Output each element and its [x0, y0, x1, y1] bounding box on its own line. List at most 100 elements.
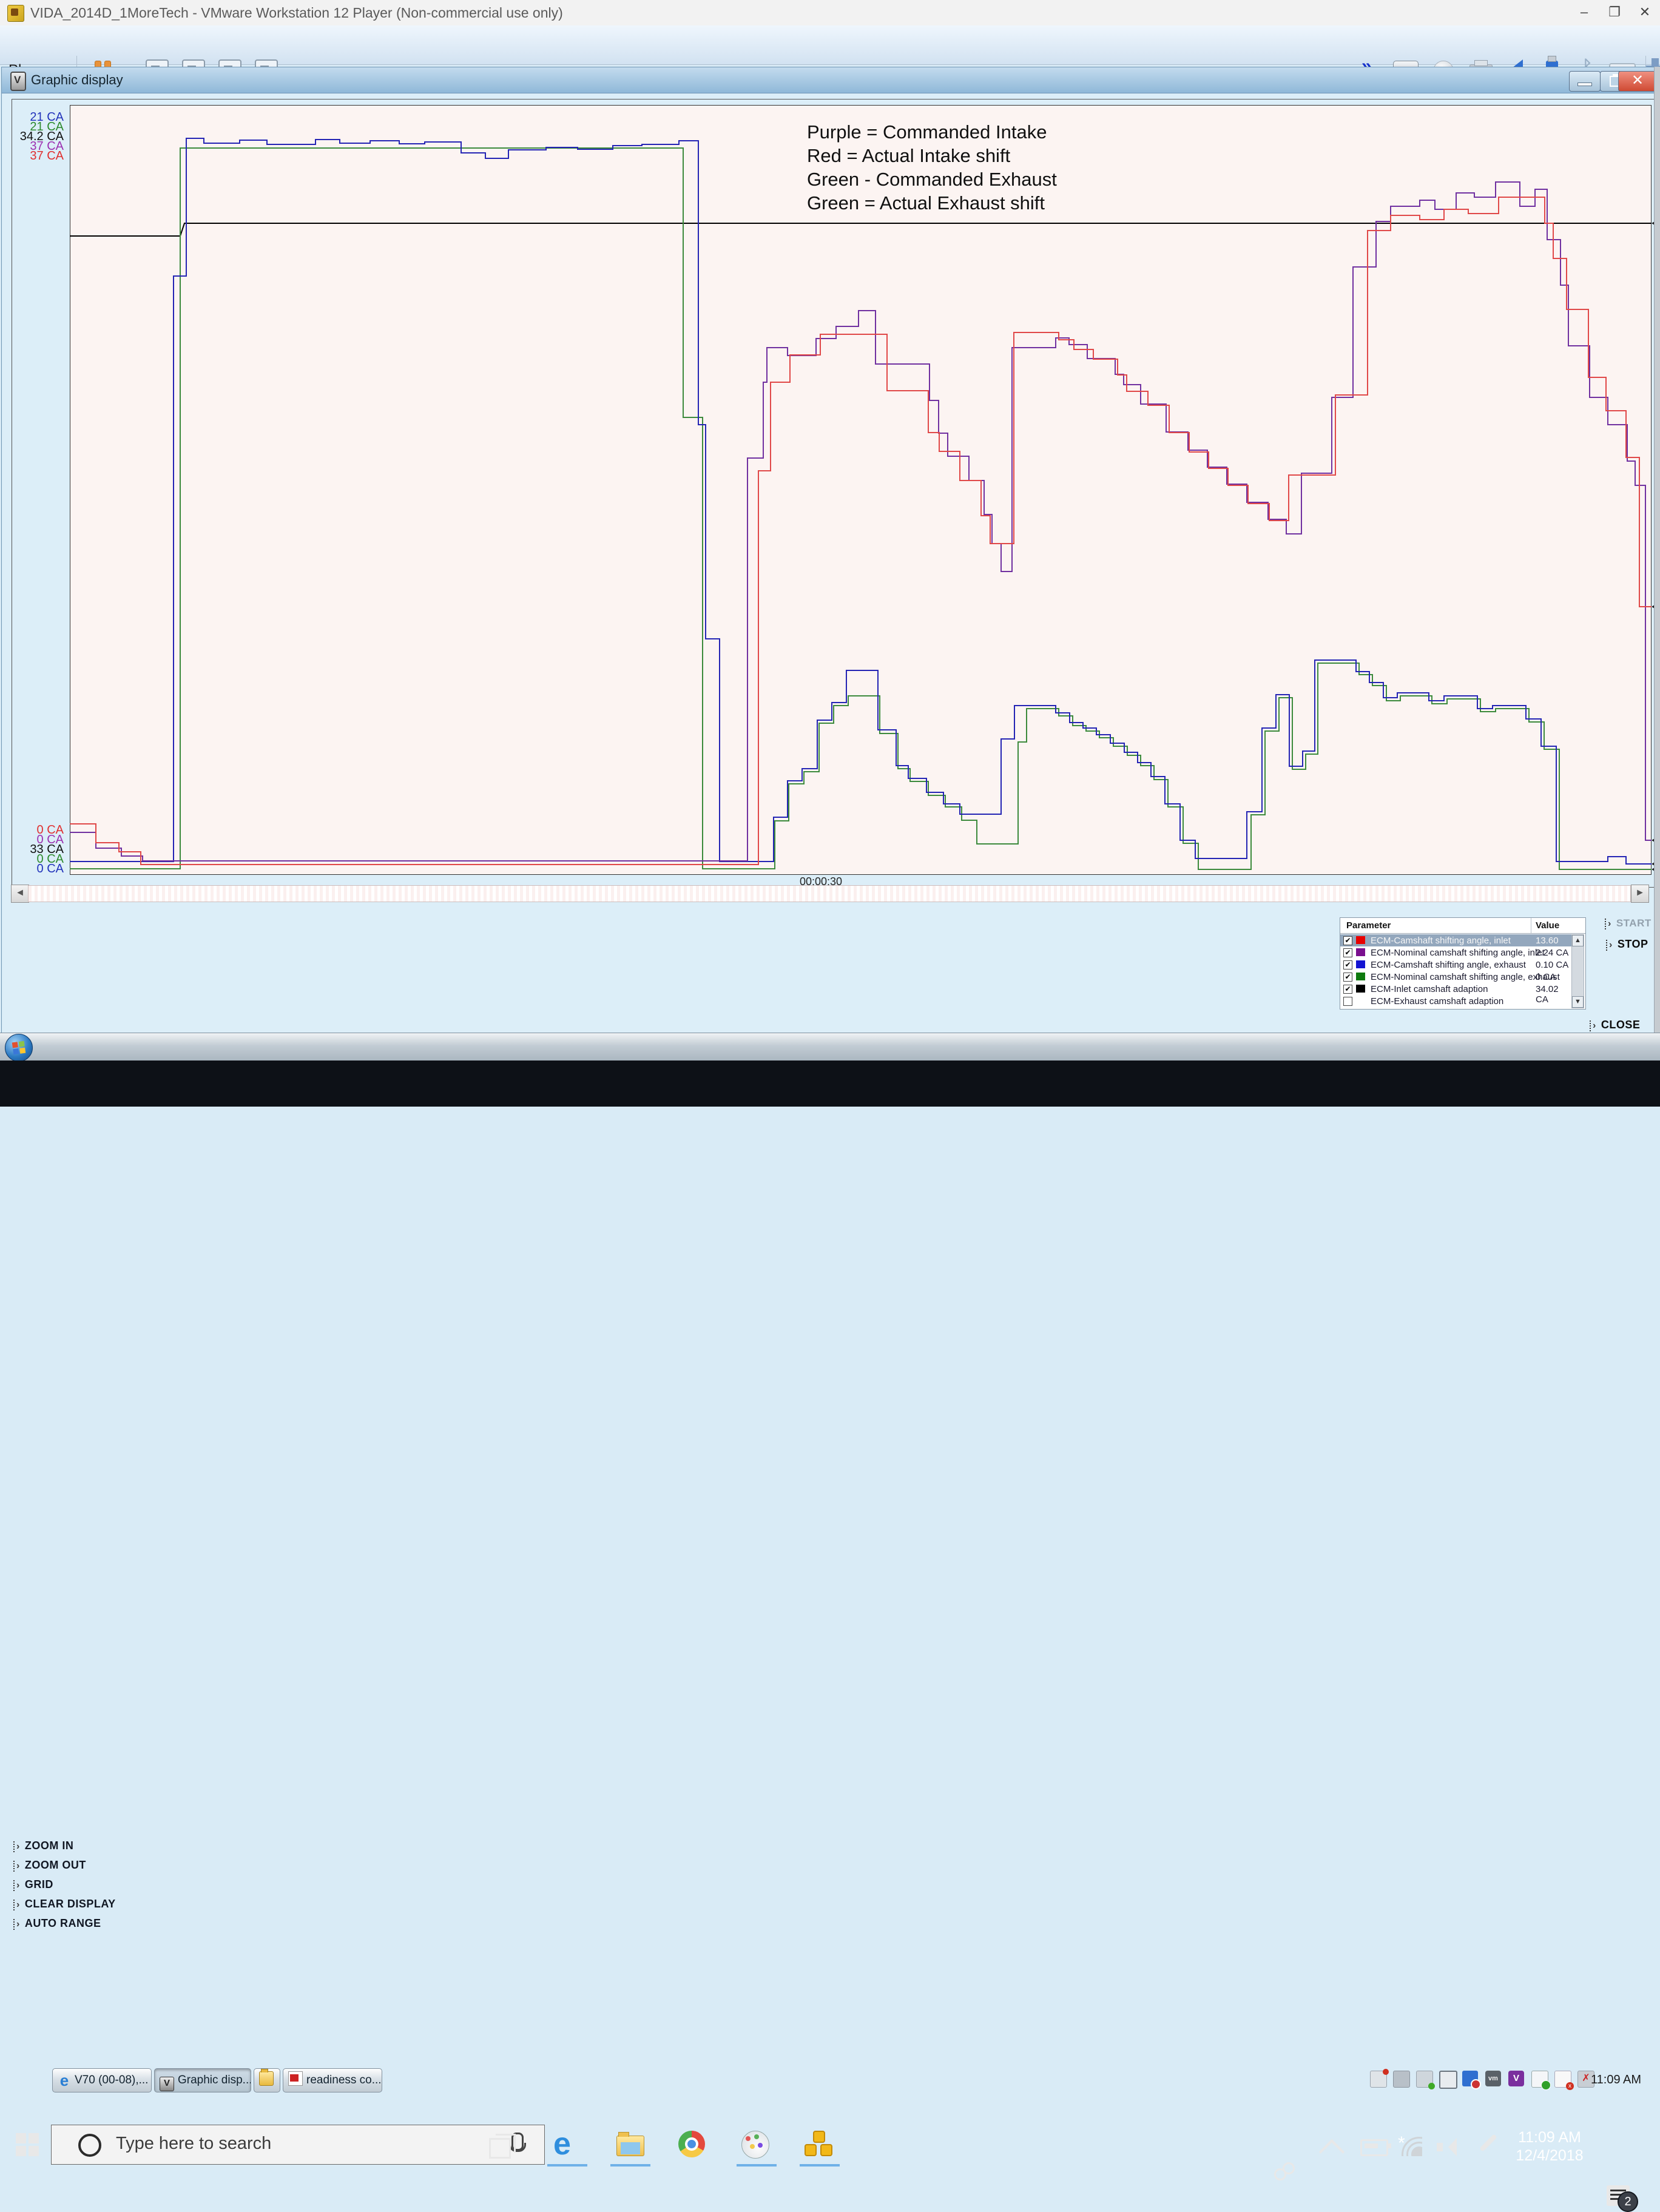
horizontal-scrollbar-track[interactable]	[28, 885, 1631, 902]
parameter-checkbox[interactable]	[1343, 997, 1352, 1006]
running-indicator	[547, 2164, 587, 2166]
parameter-name: ECM-Exhaust camshaft adaption	[1371, 996, 1504, 1007]
host-date: 12/4/2018	[1516, 2147, 1584, 2164]
scroll-left-button[interactable]: ◄	[11, 885, 29, 903]
hidden-icons-chevron-icon[interactable]	[1318, 2139, 1345, 2165]
y-axis-label: 0 CA	[36, 862, 64, 875]
legend-line: Purple = Commanded Intake	[807, 121, 1047, 143]
graphic-display-titlebar[interactable]: Graphic display ✕	[2, 67, 1659, 93]
vida-window-icon	[10, 72, 26, 91]
parameter-checkbox[interactable]: ✔	[1343, 985, 1352, 994]
vmware-minimize-button[interactable]: –	[1569, 0, 1599, 24]
menu-item-clear-display[interactable]: › CLEAR DISPLAY	[13, 1898, 116, 1914]
chrome-icon[interactable]	[678, 2131, 707, 2160]
parameter-row[interactable]: ✔ ECM-Nominal camshaft shifting angle, in…	[1340, 946, 1572, 959]
action-center-flag-tray-icon[interactable]: x	[1554, 2071, 1574, 2090]
start-button[interactable]: › START	[1605, 917, 1652, 929]
guest-taskbar-label: V70 (00-08),...	[75, 2074, 149, 2086]
series-color-swatch	[1356, 936, 1365, 944]
legend-line: Green - Commanded Exhaust	[807, 169, 1057, 190]
scroll-right-button[interactable]: ►	[1631, 885, 1649, 903]
vmware-maximize-button[interactable]: ❐	[1599, 0, 1630, 24]
vmware-tools-tray-icon[interactable]: vm	[1485, 2071, 1501, 2086]
parameter-row[interactable]: ✔ ECM-Camshaft shifting angle, inlet 13.60…	[1340, 934, 1572, 956]
guest-taskbar-button-vida[interactable]: V Graphic disp...	[154, 2068, 251, 2092]
parameter-row[interactable]: ECM-Exhaust camshaft adaption	[1340, 995, 1572, 1007]
parameter-checkbox[interactable]: ✔	[1343, 948, 1352, 957]
notification-badge: 2	[1618, 2191, 1638, 2212]
vida-tray-icon[interactable]: V	[1508, 2071, 1524, 2086]
y-axis-labels-top: 21 CA 21 CA 34.2 CA 37 CA 37 CA	[3, 111, 64, 162]
ie-icon: e	[59, 2071, 69, 2089]
edge-browser-icon[interactable]: e	[553, 2128, 582, 2160]
notification-center-icon[interactable]: 2	[1607, 2185, 1638, 2212]
vmware-close-button[interactable]: ✕	[1630, 0, 1660, 24]
app-status-tray-icon[interactable]	[1531, 2071, 1551, 2090]
cortana-icon	[78, 2134, 101, 2157]
parameter-column-header: Parameter	[1346, 920, 1391, 931]
legend-line: Red = Actual Intake shift	[807, 145, 1011, 166]
vmware-player-icon[interactable]	[805, 2131, 832, 2157]
right-scroll-strip[interactable]	[1654, 67, 1660, 1060]
y-axis-labels-bottom: 0 CA 0 CA 33 CA 0 CA 0 CA	[3, 824, 64, 875]
printer-tray-icon[interactable]	[1393, 2071, 1410, 2088]
task-view-icon[interactable]	[489, 2134, 518, 2165]
usb-tray-icon[interactable]	[1416, 2071, 1435, 2089]
guest-start-button[interactable]	[5, 1034, 33, 1062]
wifi-icon[interactable]: *	[1398, 2136, 1422, 2156]
guest-taskbar-button[interactable]	[254, 2068, 280, 2092]
parameter-name: ECM-Inlet camshaft adaption	[1371, 984, 1488, 994]
window-minimize-button[interactable]	[1569, 71, 1601, 92]
host-search-box[interactable]: Type here to search	[51, 2125, 545, 2165]
speaker-icon[interactable]	[1437, 2138, 1461, 2156]
vmware-window-title: VIDA_2014D_1MoreTech - VMware Workstatio…	[30, 5, 563, 21]
host-clock[interactable]: 11:09 AM 12/4/2018	[1513, 2128, 1586, 2165]
parameter-checkbox[interactable]: ✔	[1343, 973, 1352, 982]
guest-taskbar: e V70 (00-08),... V Graphic disp... readines…	[0, 1033, 1660, 2092]
vmware-titlebar: VIDA_2014D_1MoreTech - VMware Workstatio…	[0, 0, 1660, 26]
vmware-app-icon	[7, 5, 24, 22]
menu-item-auto-range[interactable]: › AUTO RANGE	[13, 1917, 101, 1933]
guest-taskbar-button-ie[interactable]: e V70 (00-08),...	[52, 2068, 152, 2092]
parameter-value: 2.24 CA	[1536, 948, 1569, 958]
people-icon[interactable]	[1273, 2162, 1296, 2185]
scroll-up-icon[interactable]: ▲	[1572, 935, 1584, 946]
host-start-button[interactable]	[16, 2133, 39, 2156]
parameter-name: ECM-Nominal camshaft shifting angle, exh…	[1371, 972, 1560, 982]
window-close-button[interactable]: ✕	[1618, 71, 1657, 92]
stop-button[interactable]: › STOP	[1606, 938, 1648, 951]
parameter-checkbox[interactable]: ✔	[1343, 960, 1352, 969]
parameter-table: Parameter Value ✔ ECM-Camshaft shifting a…	[1340, 917, 1586, 1010]
scroll-down-icon[interactable]: ▼	[1572, 996, 1584, 1008]
host-time: 11:09 AM	[1518, 2129, 1581, 2146]
guest-taskbar-button-pdf[interactable]: readiness co...	[283, 2068, 382, 2092]
menu-item-zoom-out[interactable]: › ZOOM OUT	[13, 1859, 86, 1875]
paint-icon[interactable]	[741, 2131, 771, 2160]
host-taskbar: Type here to search e * 11:09 AM 12/4/20…	[0, 1060, 1660, 2212]
battery-tray-icon[interactable]	[1439, 2071, 1457, 2089]
series-color-swatch	[1356, 985, 1365, 993]
battery-icon[interactable]	[1360, 2139, 1391, 2156]
close-button[interactable]: › CLOSE	[1590, 1019, 1640, 1031]
parameter-table-scrollbar[interactable]: ▲ ▼	[1571, 934, 1584, 1008]
parameter-row[interactable]: ✔ ECM-Inlet camshaft adaption 34.02 CA	[1340, 983, 1572, 1005]
pen-workspace-icon[interactable]	[1479, 2134, 1497, 2152]
parameter-row[interactable]: ✔ ECM-Camshaft shifting angle, exhaust 0.1…	[1340, 959, 1572, 971]
parameter-row[interactable]: ✔ ECM-Nominal camshaft shifting angle, ex…	[1340, 971, 1572, 983]
series-color-swatch	[1356, 973, 1365, 980]
parameter-checkbox[interactable]: ✔	[1343, 936, 1352, 945]
value-column-header: Value	[1536, 920, 1560, 931]
parameter-value: 0 CA	[1536, 972, 1556, 982]
display-settings-tray-icon[interactable]	[1370, 2069, 1389, 2088]
file-explorer-icon[interactable]	[616, 2132, 644, 2156]
vmware-toolbar: Player » ᛒ	[0, 25, 1660, 90]
parameter-name: ECM-Nominal camshaft shifting angle, inl…	[1371, 948, 1545, 958]
series-color-swatch	[1356, 960, 1365, 968]
volume-muted-tray-icon[interactable]	[1462, 2071, 1481, 2089]
menu-item-zoom-in[interactable]: › ZOOM IN	[13, 1839, 73, 1855]
parameter-table-header: Parameter Value	[1340, 918, 1585, 934]
search-placeholder: Type here to search	[116, 2134, 272, 2153]
menu-item-grid[interactable]: › GRID	[13, 1878, 53, 1894]
chart-plot-area[interactable]	[70, 105, 1652, 875]
guest-clock[interactable]: 11:09 AM	[1591, 2066, 1641, 2094]
